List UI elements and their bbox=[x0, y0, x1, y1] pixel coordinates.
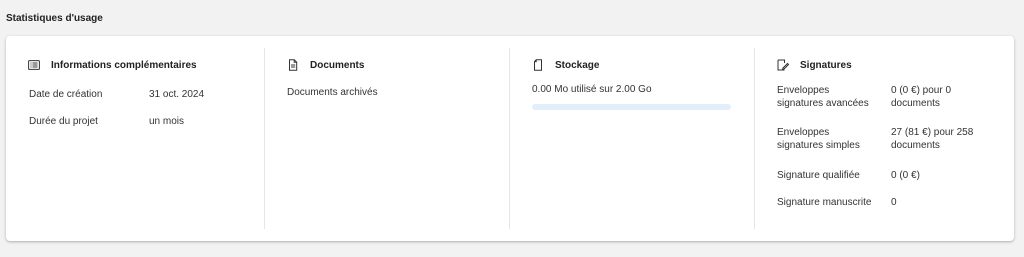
sig-simple-value: 27 (81 €) pour 258 documents bbox=[891, 127, 974, 151]
info-column: Informations complémentaires Date de cré… bbox=[6, 36, 265, 241]
sig-advanced-label: Enveloppes signatures avancées bbox=[777, 85, 869, 109]
signatures-header: Signatures bbox=[777, 59, 852, 71]
sig-qualified-label: Signature qualifiée bbox=[777, 170, 860, 181]
usage-stats-card: Informations complémentaires Date de cré… bbox=[6, 36, 1014, 241]
sig-qualified-value: 0 (0 €) bbox=[891, 170, 920, 181]
project-duration-value: un mois bbox=[149, 116, 185, 127]
storage-usage-text: 0.00 Mo utilisé sur 2.00 Go bbox=[532, 84, 652, 95]
creation-date-value: 31 oct. 2024 bbox=[149, 89, 205, 100]
project-duration-label: Durée du projet bbox=[29, 116, 98, 127]
signatures-column: Signatures Enveloppes signatures avancée… bbox=[755, 36, 1014, 241]
storage-title: Stockage bbox=[555, 59, 600, 71]
storage-progress-bar bbox=[532, 104, 731, 110]
sig-handwritten-value: 0 bbox=[891, 197, 897, 208]
creation-date-label: Date de création bbox=[29, 89, 103, 100]
info-header: Informations complémentaires bbox=[28, 59, 197, 71]
signature-icon bbox=[777, 59, 789, 71]
info-title: Informations complémentaires bbox=[51, 59, 197, 71]
signatures-title: Signatures bbox=[800, 59, 852, 71]
documents-title: Documents bbox=[310, 59, 365, 71]
sig-advanced-value: 0 (0 €) pour 0 documents bbox=[891, 85, 952, 109]
list-icon bbox=[28, 59, 40, 71]
file-icon bbox=[532, 59, 544, 71]
document-icon bbox=[287, 59, 299, 71]
storage-column: Stockage 0.00 Mo utilisé sur 2.00 Go bbox=[510, 36, 755, 241]
documents-column: Documents Documents archivés bbox=[265, 36, 510, 241]
storage-header: Stockage bbox=[532, 59, 599, 71]
section-title: Statistiques d'usage bbox=[6, 13, 103, 24]
documents-archived-label: Documents archivés bbox=[287, 87, 378, 98]
documents-header: Documents bbox=[287, 59, 364, 71]
sig-simple-label: Enveloppes signatures simples bbox=[777, 127, 860, 151]
sig-handwritten-label: Signature manuscrite bbox=[777, 197, 872, 208]
